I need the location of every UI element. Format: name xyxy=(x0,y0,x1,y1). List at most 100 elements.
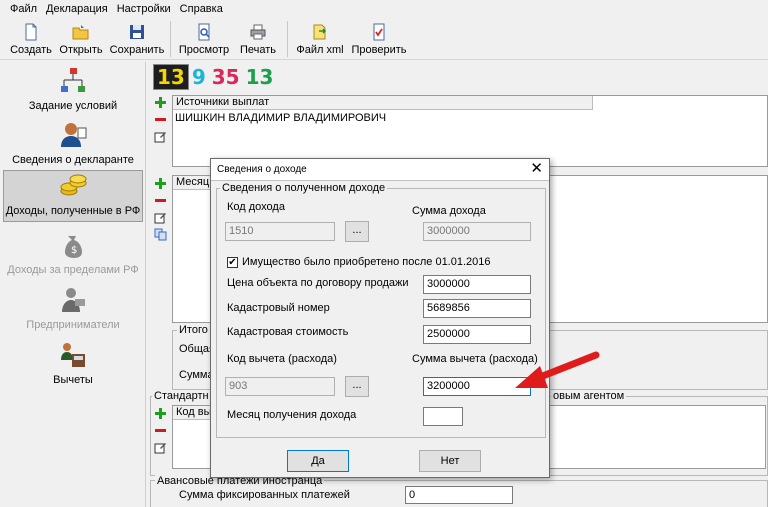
check-document-icon xyxy=(373,23,385,41)
menu-file[interactable]: Файл xyxy=(10,3,37,15)
deduction-code-select-button[interactable]: ... xyxy=(345,376,369,397)
cancel-button[interactable]: Нет xyxy=(419,450,481,472)
sale-price-input[interactable]: 3000000 xyxy=(423,275,531,294)
months-actions xyxy=(154,177,167,241)
add-icon[interactable] xyxy=(154,407,167,420)
copy-icon[interactable] xyxy=(154,228,167,241)
print-button[interactable]: Печать xyxy=(233,20,283,58)
ok-button[interactable]: Да xyxy=(287,450,349,472)
person-icon xyxy=(61,123,87,147)
edit-icon[interactable] xyxy=(154,130,167,143)
menu-declaration[interactable]: Декларация xyxy=(46,3,108,15)
deduction-code-field: 903 xyxy=(225,377,335,396)
nav-entrepreneurs-label: Предприниматели xyxy=(26,319,120,331)
close-icon[interactable]: ✕ xyxy=(530,160,543,178)
svg-text:$: $ xyxy=(71,245,77,256)
dialog-title: Сведения о доходе xyxy=(217,164,307,175)
preview-button[interactable]: Просмотр xyxy=(175,20,233,58)
sources-panel: Источники выплат ШИШКИН ВЛАДИМИР ВЛАДИМИ… xyxy=(172,95,768,167)
new-document-icon xyxy=(25,23,37,41)
businessman-icon xyxy=(62,288,85,312)
sources-row[interactable]: ШИШКИН ВЛАДИМИР ВЛАДИМИРОВИЧ xyxy=(175,112,386,124)
nav-deductions[interactable]: Вычеты xyxy=(3,340,143,390)
menu-settings[interactable]: Настройки xyxy=(117,3,171,15)
rate-tab-9[interactable]: 9 xyxy=(189,65,209,89)
rate-tab-13[interactable]: 13 xyxy=(153,64,189,90)
nav-income-rf[interactable]: Доходы, полученные в РФ xyxy=(3,170,143,222)
remove-icon[interactable] xyxy=(154,424,167,437)
income-code-select-button[interactable]: ... xyxy=(345,221,369,242)
property-after-2016-checkbox[interactable]: ✔ xyxy=(227,257,238,268)
sources-column-header[interactable]: Источники выплат xyxy=(173,96,593,110)
money-bag-icon: $ xyxy=(65,236,82,258)
nav-entrepreneurs[interactable]: Предприниматели xyxy=(3,285,143,335)
create-button[interactable]: Создать xyxy=(8,20,54,58)
create-label: Создать xyxy=(10,44,52,56)
remove-icon[interactable] xyxy=(154,194,167,207)
edit-icon[interactable] xyxy=(154,211,167,224)
property-after-2016-label[interactable]: Имущество было приобретено после 01.01.2… xyxy=(242,256,491,268)
advance-fixed-input[interactable]: 0 xyxy=(405,486,513,504)
add-icon[interactable] xyxy=(154,177,167,190)
deduction-sum-input[interactable]: 3200000 xyxy=(423,377,531,396)
sources-actions xyxy=(154,96,167,143)
nav-income-abroad-label: Доходы за пределами РФ xyxy=(7,264,139,276)
rate-tab-35[interactable]: 35 xyxy=(209,65,243,89)
save-button[interactable]: Сохранить xyxy=(108,20,166,58)
open-label: Открыть xyxy=(59,44,103,56)
menu-help[interactable]: Справка xyxy=(180,3,223,15)
rate-tab-13-alt[interactable]: 13 xyxy=(243,65,277,89)
menu-bar: Файл Декларация Настройки Справка xyxy=(0,0,768,18)
income-sum-label: Сумма дохода xyxy=(412,205,486,217)
income-code-label: Код дохода xyxy=(227,201,285,213)
toolbar-separator xyxy=(287,21,288,57)
add-icon[interactable] xyxy=(154,96,167,109)
remove-icon[interactable] xyxy=(154,113,167,126)
file-xml-label: Файл xml xyxy=(296,44,344,56)
preview-label: Просмотр xyxy=(178,44,230,56)
standard-title: Стандартн xyxy=(152,390,211,402)
save-label: Сохранить xyxy=(109,44,165,56)
totals-sum-label: Сумма xyxy=(179,369,214,381)
save-disk-icon xyxy=(130,25,144,39)
file-xml-button[interactable]: Файл xml xyxy=(292,20,348,58)
advance-fixed-label: Сумма фиксированных платежей xyxy=(179,489,350,501)
coins-icon xyxy=(60,174,87,196)
received-income-title: Сведения о полученном доходе xyxy=(220,182,388,194)
advance-payments-group: Авансовые платежи иностранца Сумма фикси… xyxy=(150,475,768,507)
hierarchy-icon xyxy=(61,68,85,92)
sale-price-label: Цена объекта по договору продажи xyxy=(227,277,409,289)
open-folder-icon xyxy=(72,25,89,40)
cadastral-cost-label: Кадастровая стоимость xyxy=(227,326,349,338)
check-label: Проверить xyxy=(351,44,407,56)
nav-declarant[interactable]: Сведения о декларанте xyxy=(3,120,143,170)
left-navigation: Задание условий Сведения о декларанте До… xyxy=(0,62,146,507)
standard-title-tail: овым агентом xyxy=(551,390,627,402)
open-button[interactable]: Открыть xyxy=(54,20,108,58)
income-month-input[interactable] xyxy=(423,407,463,426)
income-code-field: 1510 xyxy=(225,222,335,241)
deduction-code-label: Код вычета (расхода) xyxy=(227,353,337,365)
income-month-label: Месяц получения дохода xyxy=(227,409,357,421)
app-window: Файл Декларация Настройки Справка Создат… xyxy=(0,0,768,507)
cadastral-number-input[interactable]: 5689856 xyxy=(423,299,531,318)
standard-actions xyxy=(154,407,167,454)
rate-tabs: 13 9 35 13 xyxy=(153,64,276,90)
deduction-sum-label: Сумма вычета (расхода) xyxy=(412,353,538,365)
nav-income-abroad[interactable]: $ Доходы за пределами РФ xyxy=(3,230,143,280)
totals-title: Итого xyxy=(177,324,210,336)
check-button[interactable]: Проверить xyxy=(348,20,410,58)
edit-icon[interactable] xyxy=(154,441,167,454)
income-sum-field: 3000000 xyxy=(423,222,531,241)
printer-icon xyxy=(250,24,266,40)
cadastral-number-label: Кадастровый номер xyxy=(227,302,330,314)
deductions-icon xyxy=(61,343,85,367)
nav-conditions[interactable]: Задание условий xyxy=(3,66,143,116)
nav-deductions-label: Вычеты xyxy=(53,374,93,386)
nav-conditions-label: Задание условий xyxy=(28,100,118,112)
dialog-titlebar[interactable]: Сведения о доходе ✕ xyxy=(211,159,549,181)
xml-export-icon xyxy=(313,24,327,40)
nav-declarant-label: Сведения о декларанте xyxy=(12,154,134,166)
income-info-dialog: Сведения о доходе ✕ Сведения о полученно… xyxy=(210,158,550,478)
cadastral-cost-input[interactable]: 2500000 xyxy=(423,325,531,344)
